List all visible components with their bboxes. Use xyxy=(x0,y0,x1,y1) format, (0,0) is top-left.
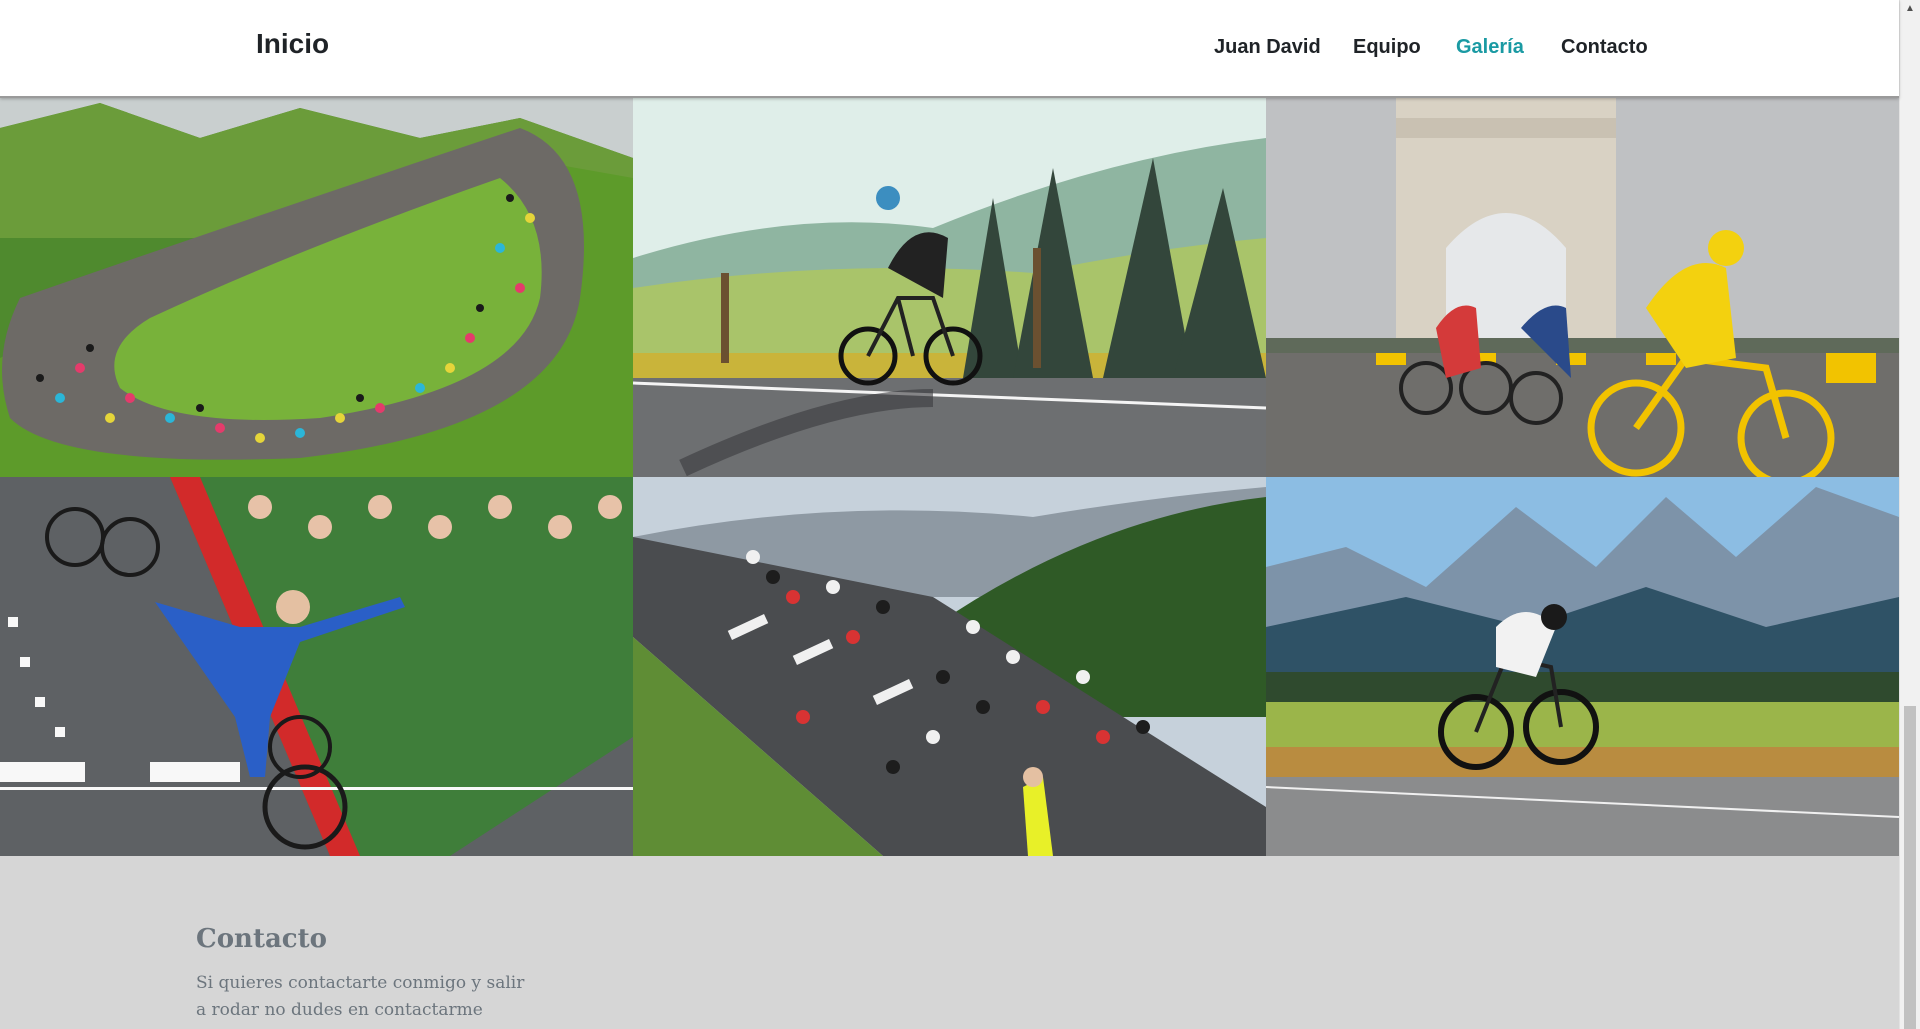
countryside-image xyxy=(633,98,1266,477)
chevron-up-icon[interactable]: ▲ xyxy=(1900,0,1920,17)
brand-link[interactable]: Inicio xyxy=(256,28,329,60)
gallery-image-time-trial[interactable] xyxy=(1266,477,1899,856)
scrollbar-thumb[interactable] xyxy=(1904,706,1916,1029)
nav-link-galeria[interactable]: Galería xyxy=(1456,36,1524,59)
nav-link-equipo[interactable]: Equipo xyxy=(1353,36,1421,59)
contact-description: Si quieres contactarte conmigo y salir a… xyxy=(196,973,525,1020)
arc-de-triomphe-image xyxy=(1266,98,1899,477)
peloton-image xyxy=(0,98,633,477)
gallery-image-winner[interactable] xyxy=(0,477,633,856)
page: Inicio Juan David Equipo Galería Contact… xyxy=(0,0,1920,1029)
nav-link-juan-david[interactable]: Juan David xyxy=(1214,36,1321,59)
climb-crowd-image xyxy=(633,477,1266,856)
contact-section: Contacto Si quieres contactarte conmigo … xyxy=(0,856,1899,1029)
gallery-image-climb-crowd[interactable] xyxy=(633,477,1266,856)
navbar: Inicio Juan David Equipo Galería Contact… xyxy=(0,0,1899,98)
gallery-image-peloton[interactable] xyxy=(0,98,633,477)
vertical-scrollbar[interactable]: ▲ xyxy=(1899,0,1920,1029)
gallery-grid xyxy=(0,98,1899,856)
contact-title: Contacto xyxy=(196,924,327,954)
gallery-image-countryside[interactable] xyxy=(633,98,1266,477)
time-trial-image xyxy=(1266,477,1899,856)
nav-link-contacto[interactable]: Contacto xyxy=(1561,36,1648,59)
gallery-image-arc-de-triomphe[interactable] xyxy=(1266,98,1899,477)
winner-image xyxy=(0,477,633,856)
